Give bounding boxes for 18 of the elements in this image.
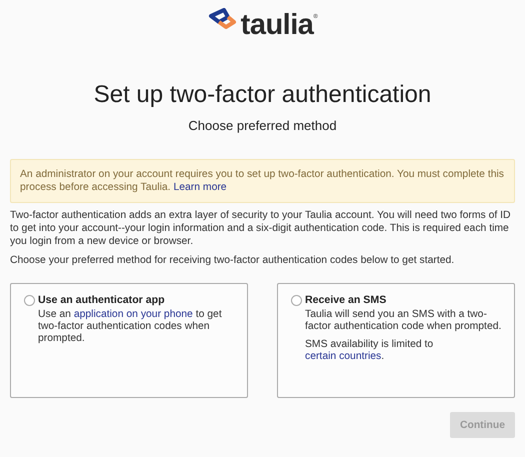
method-description: Taulia will send you an SMS with a two-factor authentication code when prompted. [305,309,502,333]
link[interactable]: certain countries [305,351,382,362]
intro-text: Two-factor authentication adds an extra layer of security to your Taulia account. You will need two forms of ID to get into your account--your login information and a six-digit authentication code. This is required each time you login from a new device or browser. [10,209,512,248]
page-title: Set up two-factor authentication [92,80,432,110]
instruction-text: Choose your preferred method for receiving two-factor authentication codes below to get started. [10,254,456,267]
method-card[interactable]: Use an authenticator app Use an application on your phone to get two-factor authentication codes when prompted. [10,283,248,398]
radio-button[interactable] [24,294,35,306]
method-label: Receive an SMS [305,294,386,306]
link[interactable]: Learn more [173,182,227,193]
method-description: SMS availability is limited to certain countries. [305,339,434,363]
method-label: Use an authenticator app [38,294,165,306]
logo-text: taulia$^{®}$ [240,8,318,40]
link[interactable]: application on your phone [74,309,193,320]
radio-button[interactable] [291,294,302,306]
page-subtitle: Choose preferred method [187,118,338,133]
method-card[interactable]: Receive an SMS Taulia will send you an SMS with a two-factor authentication code when prompted. SMS availability is limited to certain countries. [277,283,515,398]
method-description: Use an application on your phone to get two-factor authentication codes when prompted. [38,309,223,345]
alert-message: An administrator on your account requires you to set up two-factor authentication. You must complete this process before accessing Taulia. Learn more [10,159,515,203]
